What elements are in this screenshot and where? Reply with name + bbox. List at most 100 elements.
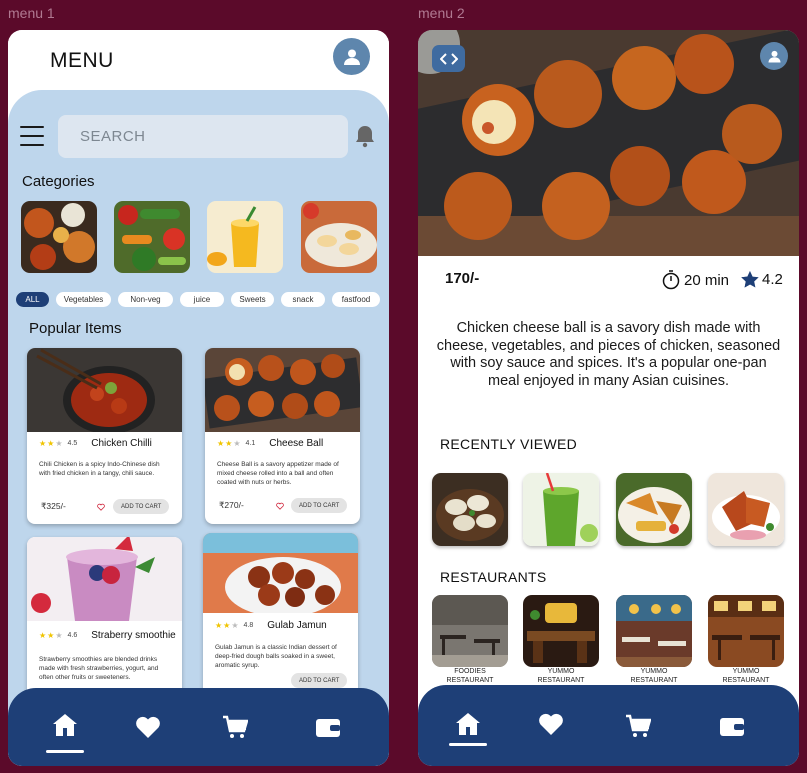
green-juice-image — [523, 473, 599, 546]
heart-icon[interactable] — [276, 502, 284, 510]
item-description: Chili Chicken is a spicy Indo-Chinese di… — [39, 461, 160, 477]
user-icon — [768, 50, 780, 62]
restaurants-title: RESTAURANTS — [440, 569, 547, 585]
recent-item-grilled-chicken[interactable] — [708, 473, 784, 546]
prep-time-value: 20 min — [684, 271, 730, 289]
avatar[interactable] — [333, 38, 370, 75]
restaurant-yummo-2[interactable] — [616, 595, 692, 667]
home-icon[interactable] — [455, 711, 481, 737]
restaurant-interior-image — [523, 595, 599, 667]
item-price: ₹325/- — [41, 500, 66, 511]
timer-icon — [662, 270, 680, 290]
item-card-strawberry-smoothie[interactable]: ★★★ 4.6 Straberry smoothie Strawberry sm… — [27, 537, 182, 707]
menu1-screen: MENU SEARCH Categories ALL Vegetables No… — [8, 30, 389, 766]
item-card-cheese-ball[interactable]: ★★★ 4.1 Cheese Ball Cheese Ball is a sav… — [205, 348, 360, 524]
restaurant-name: YUMMO RESTAURANT — [722, 668, 770, 684]
frame-label-menu1: menu 1 — [8, 5, 55, 21]
item-description: Chicken cheese ball is a savory dish mad… — [436, 320, 781, 389]
star-rating: ★★★ — [39, 630, 64, 640]
frame-label-menu2: menu 2 — [418, 5, 465, 21]
bell-icon[interactable] — [354, 124, 376, 148]
user-icon — [343, 49, 360, 65]
item-card-gulab-jamun[interactable]: ★★★ 4.8 Gulab Jamun Gulab Jamun is a cla… — [203, 533, 358, 707]
heart-icon[interactable] — [135, 714, 161, 740]
rating-value: 4.6 — [67, 631, 78, 639]
search-input[interactable]: SEARCH — [58, 115, 348, 158]
popular-items-title: Popular Items — [29, 320, 122, 337]
page-title: MENU — [50, 49, 114, 72]
category-sweets[interactable] — [301, 201, 377, 273]
hero-image — [418, 30, 799, 256]
wallet-icon[interactable] — [719, 713, 745, 739]
curry-thali-image — [21, 201, 97, 273]
code-view-button[interactable] — [432, 45, 465, 72]
cart-icon[interactable] — [222, 714, 248, 740]
chip-snack[interactable]: snack — [281, 292, 325, 307]
prep-time: 20 min — [662, 270, 729, 290]
cheese-ball-hero-image — [418, 30, 799, 256]
add-to-cart-button[interactable]: ADD TO CART — [113, 499, 170, 514]
strawberry-smoothie-image — [27, 537, 182, 621]
item-card-chicken-chilli[interactable]: ★★★ 4.5 Chicken Chilli Chili Chicken is … — [27, 348, 182, 524]
bottom-nav — [418, 685, 799, 766]
vegetables-image — [114, 201, 190, 273]
star-rating: ★★★ — [215, 620, 240, 630]
recent-item-green-juice[interactable] — [523, 473, 599, 546]
categories-title: Categories — [22, 173, 95, 190]
category-chips: ALL Vegetables Non-veg juice Sweets snac… — [16, 292, 385, 307]
grilled-chicken-image — [708, 473, 784, 546]
rating-value: 4.8 — [243, 621, 254, 629]
gulab-jamun-image — [203, 533, 358, 613]
code-icon — [439, 52, 458, 65]
item-rating: 4.2 — [740, 270, 783, 289]
momos-image — [432, 473, 508, 546]
chip-fastfood[interactable]: fastfood — [332, 292, 380, 307]
category-juice[interactable] — [207, 201, 283, 273]
bottom-nav — [8, 688, 389, 766]
restaurant-foodies[interactable] — [432, 595, 508, 667]
category-curry[interactable] — [21, 201, 97, 273]
restaurant-name: FOODIES RESTAURANT — [446, 668, 494, 684]
chicken-chilli-image — [27, 348, 182, 432]
recent-item-momos[interactable] — [432, 473, 508, 546]
item-name: Gulab Jamun — [267, 619, 327, 631]
restaurant-yummo-1[interactable] — [523, 595, 599, 667]
star-rating: ★★★ — [39, 438, 64, 448]
search-placeholder: SEARCH — [80, 128, 146, 145]
chip-sweets[interactable]: Sweets — [231, 292, 274, 307]
chip-vegetables[interactable]: Vegetables — [56, 292, 111, 307]
add-to-cart-button[interactable]: ADD TO CART — [291, 673, 348, 688]
active-tab-indicator — [46, 750, 84, 753]
add-to-cart-button[interactable]: ADD TO CART — [291, 498, 348, 513]
chip-juice[interactable]: juice — [180, 292, 224, 307]
home-icon[interactable] — [52, 712, 78, 738]
item-name: Straberry smoothie — [91, 629, 176, 641]
recent-item-chicken-plate[interactable] — [616, 473, 692, 546]
chip-non-veg[interactable]: Non-veg — [118, 292, 173, 307]
star-rating: ★★★ — [217, 438, 242, 448]
chip-all[interactable]: ALL — [16, 292, 49, 307]
heart-icon[interactable] — [97, 503, 105, 511]
item-price: 170/- — [445, 270, 480, 287]
category-vegetables[interactable] — [114, 201, 190, 273]
rating-value: 4.5 — [67, 439, 78, 447]
rating-value: 4.1 — [245, 439, 256, 447]
rating-value: 4.2 — [762, 271, 783, 288]
restaurant-interior-image — [616, 595, 692, 667]
fried-chicken-plate-image — [616, 473, 692, 546]
restaurant-interior-image — [432, 595, 508, 667]
item-info-row: 170/- 20 min 4.2 — [418, 256, 799, 296]
cheese-ball-image — [205, 348, 360, 432]
item-price: ₹270/- — [219, 499, 244, 510]
avatar[interactable] — [760, 42, 788, 70]
star-icon — [741, 271, 759, 288]
restaurant-name: YUMMO RESTAURANT — [537, 668, 585, 684]
wallet-icon[interactable] — [315, 714, 341, 740]
heart-icon[interactable] — [538, 711, 564, 737]
active-tab-indicator — [449, 743, 487, 746]
item-description: Cheese Ball is a savory appetizer made o… — [217, 461, 339, 486]
menu1-content: SEARCH Categories ALL Vegetables Non-veg… — [8, 90, 389, 766]
hamburger-menu-icon[interactable] — [20, 126, 44, 146]
cart-icon[interactable] — [625, 713, 651, 739]
restaurant-yummo-3[interactable] — [708, 595, 784, 667]
